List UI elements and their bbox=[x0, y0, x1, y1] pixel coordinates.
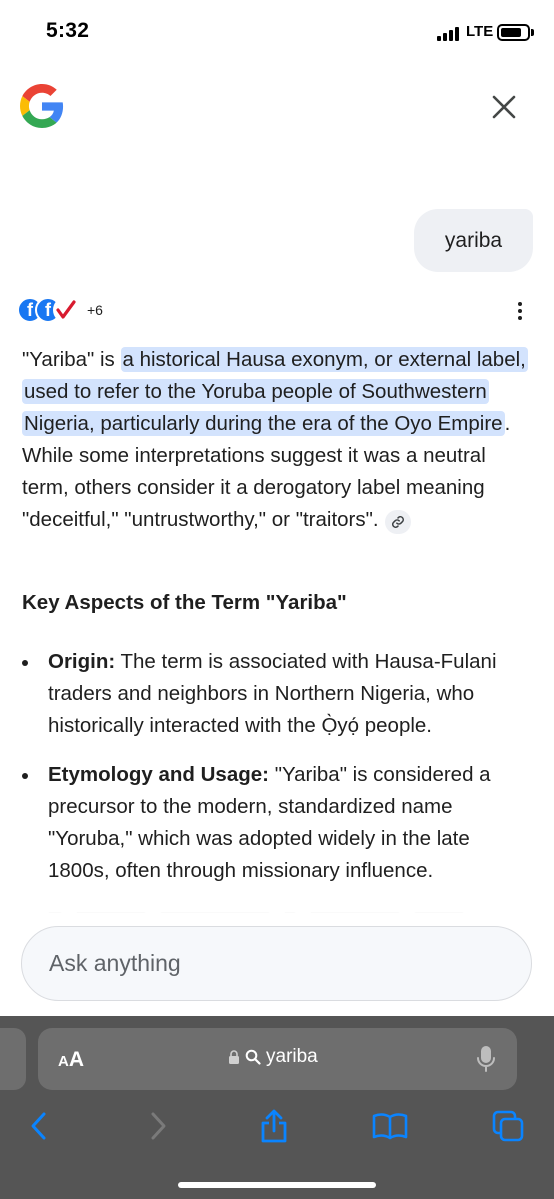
browser-toolbar: AA yariba bbox=[0, 1016, 554, 1199]
sources-count: +6 bbox=[87, 302, 103, 318]
url-display[interactable]: yariba bbox=[228, 1046, 318, 1068]
back-button[interactable] bbox=[17, 1104, 61, 1148]
forward-button[interactable] bbox=[136, 1104, 180, 1148]
source-link-button[interactable] bbox=[384, 510, 411, 534]
status-bar: 5:32 LTE bbox=[0, 0, 554, 66]
answer-lead: "Yariba" is bbox=[22, 348, 115, 371]
bookmarks-button[interactable] bbox=[368, 1104, 412, 1148]
previous-tab-peek[interactable] bbox=[0, 1028, 26, 1090]
checkmark-icon bbox=[53, 297, 79, 323]
user-query-bubble: yariba bbox=[414, 209, 533, 272]
list-item: Origin: The term is associated with Haus… bbox=[22, 646, 528, 742]
aa-small: A bbox=[58, 1053, 69, 1070]
google-g-icon bbox=[20, 84, 64, 128]
tabs-button[interactable] bbox=[486, 1104, 530, 1148]
battery-level bbox=[501, 28, 521, 37]
forward-icon bbox=[151, 1112, 166, 1140]
section-heading: Key Aspects of the Term "Yariba" bbox=[22, 591, 347, 614]
ask-input[interactable]: Ask anything bbox=[21, 926, 532, 1001]
scroll-fade bbox=[0, 895, 554, 925]
answer-paragraph: "Yariba" is a historical Hausa exonym, o… bbox=[22, 344, 528, 536]
lock-icon bbox=[229, 1049, 239, 1064]
more-vert-dot bbox=[518, 316, 522, 320]
signal-icon bbox=[437, 27, 459, 41]
share-button[interactable] bbox=[252, 1104, 296, 1148]
battery-cap bbox=[531, 29, 534, 36]
reader-settings-button[interactable]: AA bbox=[58, 1048, 84, 1072]
microphone-button[interactable] bbox=[476, 1045, 496, 1078]
sources-row[interactable]: f f +6 bbox=[17, 295, 103, 325]
home-indicator bbox=[178, 1182, 376, 1188]
more-vert-icon bbox=[518, 302, 522, 306]
list-item-label: Origin: bbox=[48, 650, 116, 673]
close-icon bbox=[492, 95, 516, 119]
link-icon bbox=[391, 516, 404, 528]
more-vert-dot bbox=[518, 309, 522, 313]
battery-icon bbox=[497, 24, 530, 41]
share-icon bbox=[261, 1109, 287, 1143]
url-text: yariba bbox=[266, 1046, 318, 1067]
microphone-icon bbox=[477, 1046, 495, 1072]
list-item-text: The term is associated with Hausa-Fulani… bbox=[48, 650, 497, 737]
nav-row bbox=[0, 1104, 554, 1148]
more-options-button[interactable] bbox=[508, 297, 532, 325]
address-bar[interactable]: AA yariba bbox=[38, 1028, 517, 1090]
network-label: LTE bbox=[466, 23, 494, 40]
list-item-label: Etymology and Usage: bbox=[48, 763, 269, 786]
status-time: 5:32 bbox=[46, 19, 90, 42]
back-icon bbox=[31, 1112, 46, 1140]
aa-big: A bbox=[68, 1048, 85, 1071]
search-icon bbox=[245, 1049, 261, 1065]
bookmarks-icon bbox=[372, 1113, 408, 1140]
list-item: Etymology and Usage: "Yariba" is conside… bbox=[22, 759, 528, 887]
tabs-icon bbox=[492, 1110, 524, 1142]
close-button[interactable] bbox=[486, 89, 522, 125]
key-aspects-list: Origin: The term is associated with Haus… bbox=[22, 646, 528, 904]
